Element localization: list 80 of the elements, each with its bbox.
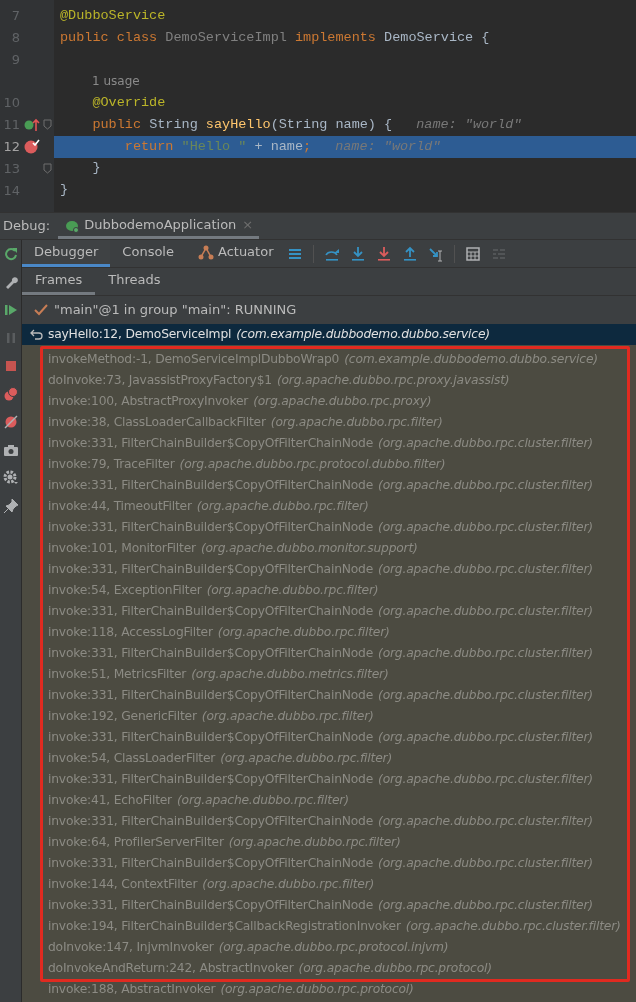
code-token: (String name) { [270,115,393,134]
code-token: public class [60,28,159,47]
stack-frame[interactable]: invoke:331, FilterChainBuilder$CopyOfFilterChainNode (org.apache.dubbo.rpc.cluster.filter) [22,643,636,664]
code-token: @Override [91,93,166,112]
stack-frame[interactable]: invoke:188, AbstractInvoker (org.apache.dubbo.rpc.protocol) [22,979,636,1000]
inline-value-hint: name: "world" [335,137,441,156]
stack-frame[interactable]: invoke:331, FilterChainBuilder$CopyOfFilterChainNode (org.apache.dubbo.rpc.cluster.filter) [22,475,636,496]
usage-hint[interactable]: 1 usage [92,72,140,91]
step-out-icon[interactable] [402,245,419,262]
code-token: DemoService { [384,28,490,47]
run-to-cursor-icon[interactable] [428,245,445,262]
debugger-tab[interactable]: Console [110,240,186,267]
stack-frame[interactable]: invoke:64, ProfilerServerFilter (org.apache.dubbo.rpc.filter) [22,832,636,853]
stack-frame[interactable]: invoke:44, TimeoutFilter (org.apache.dubbo.rpc.filter) [22,496,636,517]
thread-selector[interactable]: "main"@1 in group "main": RUNNING [22,296,636,324]
stack-frame[interactable]: invoke:100, AbstractProxyInvoker (org.apache.dubbo.rpc.proxy) [22,391,636,412]
code-token: } [91,159,101,178]
stack-frame[interactable]: invoke:331, FilterChainBuilder$CopyOfFilterChainNode (org.apache.dubbo.rpc.cluster.filter) [22,433,636,454]
step-into-icon[interactable] [350,245,367,262]
stack-frame[interactable]: invoke:194, FilterChainBuilder$CallbackRegistrationInvoker (org.apache.dubbo.rpc.cluster.filter) [22,916,636,937]
stack-frame[interactable]: invoke:41, EchoFilter (org.apache.dubbo.rpc.filter) [22,790,636,811]
close-icon[interactable]: × [242,214,254,235]
stack-frame[interactable]: invoke:331, FilterChainBuilder$CopyOfFilterChainNode (org.apache.dubbo.rpc.cluster.filter) [22,517,636,538]
calculator-icon[interactable] [465,245,482,262]
breakpoint-icon[interactable] [24,139,40,155]
code-token: ; [303,137,312,156]
stack-frame[interactable]: invoke:331, FilterChainBuilder$CopyOfFilterChainNode (org.apache.dubbo.rpc.cluster.filter) [22,895,636,916]
thread-status: "main"@1 in group "main": RUNNING [54,301,297,320]
stack-frame[interactable]: invoke:118, AccessLogFilter (org.apache.dubbo.rpc.filter) [22,622,636,643]
debug-label: Debug: [2,217,52,236]
return-arrow-icon [30,328,43,341]
stack-frame[interactable]: doInvoke:147, InjvmInvoker (org.apache.dubbo.rpc.protocol.injvm) [22,937,636,958]
code-token: return [123,137,175,156]
frames-tab[interactable]: Threads [95,268,174,295]
stack-frame[interactable]: invoke:331, FilterChainBuilder$CopyOfFilterChainNode (org.apache.dubbo.rpc.cluster.filter) [22,811,636,832]
code-token: "Hello " [181,137,247,156]
line-number: 12 [3,138,20,154]
code-token: @DubboService [60,6,166,25]
stack-frame[interactable]: invoke:331, FilterChainBuilder$CopyOfFilterChainNode (org.apache.dubbo.rpc.cluster.filter) [22,559,636,580]
fold-marker-icon[interactable] [42,119,52,131]
stack-frame[interactable]: invoke:54, ClassLoaderFilter (org.apache.dubbo.rpc.filter) [22,748,636,769]
stack-frame[interactable]: invoke:54, ExceptionFilter (org.apache.dubbo.rpc.filter) [22,580,636,601]
frames-tab[interactable]: Frames [22,268,96,295]
implements-gutter-icon[interactable] [24,117,40,132]
camera-icon[interactable] [2,442,19,458]
force-step-into-icon[interactable] [376,245,393,262]
stack-frame[interactable]: invoke:38, ClassLoaderCallbackFilter (org.apache.dubbo.rpc.filter) [22,412,636,433]
check-icon [34,304,48,316]
resume-icon[interactable] [2,302,19,318]
stack-frame[interactable]: invoke:79, TraceFilter (org.apache.dubbo.rpc.protocol.dubbo.filter) [22,454,636,475]
stack-frame[interactable]: invoke:144, ContextFilter (org.apache.dubbo.rpc.filter) [22,874,636,895]
code-token: implements [294,28,377,47]
code-token: } [60,181,69,200]
stack-frame[interactable]: doInvoke:73, JavassistProxyFactory$1 (org.apache.dubbo.rpc.proxy.javassist) [22,370,636,391]
code-token: sayHello [205,115,271,134]
stack-frame[interactable]: invoke:331, FilterChainBuilder$CopyOfFilterChainNode (org.apache.dubbo.rpc.cluster.filter) [22,853,636,874]
stack-frame[interactable]: doInvokeAndReturn:242, AbstractInvoker (org.apache.dubbo.rpc.protocol) [22,958,636,979]
stack-frame[interactable]: invoke:192, GenericFilter (org.apache.dubbo.rpc.filter) [22,706,636,727]
rerun-icon[interactable] [2,246,19,262]
code-token: String [149,115,199,134]
settings-icon[interactable] [2,470,19,486]
stack-frame[interactable]: invokeMethod:-1, DemoServiceImplDubboWrap0 (com.example.dubbodemo.dubbo.service) [22,349,636,370]
stack-frame[interactable]: invoke:331, FilterChainBuilder$CopyOfFilterChainNode (org.apache.dubbo.rpc.cluster.filter) [22,769,636,790]
stack-frame[interactable]: invoke:331, FilterChainBuilder$CopyOfFilterChainNode (org.apache.dubbo.rpc.cluster.filter) [22,685,636,706]
fold-marker-icon[interactable] [42,162,52,174]
code-token: DemoServiceImpl [165,28,288,47]
stack-frame[interactable]: invoke:101, MonitorFilter (org.apache.dubbo.monitor.support) [22,538,636,559]
stack-frame[interactable]: sayHello:12, DemoServiceImpl (com.example.dubbodemo.dubbo.service) [22,324,636,345]
pin-icon[interactable] [2,498,19,514]
code-token: + name [253,137,304,156]
view-breakpoints-icon[interactable] [2,386,19,402]
code-token: public [91,115,142,134]
stack-frame[interactable]: invoke:331, FilterChainBuilder$CopyOfFilterChainNode (org.apache.dubbo.rpc.cluster.filter) [22,727,636,748]
stack-frame[interactable]: invoke:51, MetricsFilter (org.apache.dubbo.metrics.filter) [22,664,636,685]
mute-breakpoints-icon[interactable] [2,414,19,430]
nodes-icon [197,244,214,260]
debugger-tab[interactable]: Actuator [185,240,286,267]
session-title: DubbodemoApplication [84,215,237,234]
inline-value-hint: name: "world" [416,115,522,134]
stack-frame[interactable]: invoke:331, FilterChainBuilder$CopyOfFilterChainNode (org.apache.dubbo.rpc.cluster.filter) [22,601,636,622]
